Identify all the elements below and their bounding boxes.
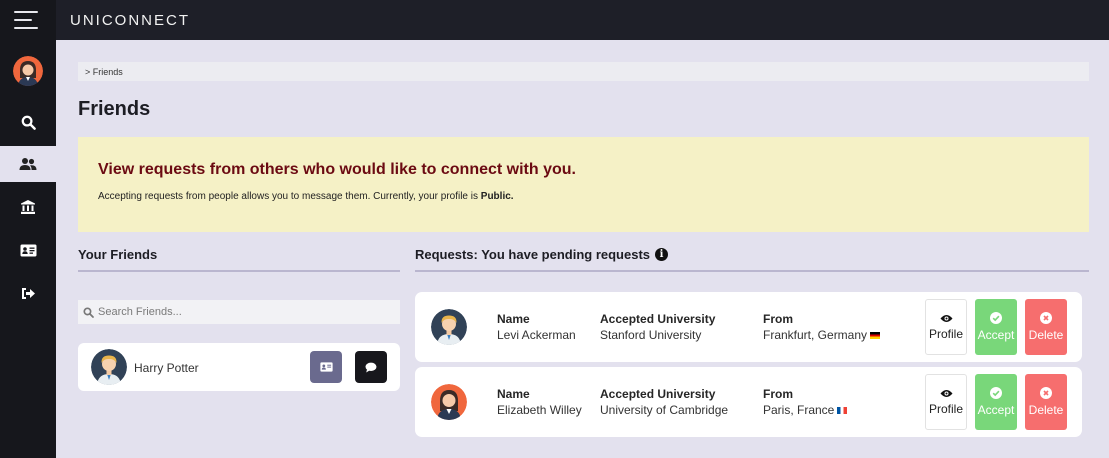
profile-button-label: Profile (928, 326, 963, 341)
delete-button[interactable]: Delete (1025, 299, 1067, 355)
delete-button-label: Delete (1028, 403, 1064, 417)
sidebar (0, 0, 56, 458)
delete-button-label: Delete (1028, 328, 1064, 342)
search-icon (83, 306, 94, 318)
sidebar-item-friends[interactable] (0, 146, 56, 182)
avatar (431, 309, 467, 345)
university-icon (21, 200, 35, 214)
requester-location: Frankfurt, Germany (763, 328, 881, 342)
requester-university: University of Cambridge (600, 403, 729, 417)
university-label: Accepted University (600, 387, 716, 401)
view-profile-button[interactable]: Profile (925, 299, 967, 355)
requester-university: Stanford University (600, 328, 702, 342)
user-avatar[interactable] (13, 56, 43, 86)
close-circle-icon (1040, 312, 1052, 324)
check-circle-icon (990, 387, 1002, 399)
requests-heading-text: Requests: You have pending requests (415, 247, 651, 262)
search-friends-input[interactable] (98, 306, 378, 318)
accept-button[interactable]: Accept (975, 299, 1017, 355)
accept-button-label: Accept (977, 328, 1015, 342)
accept-button-label: Accept (977, 403, 1015, 417)
request-card: Name Elizabeth Willey Accepted Universit… (415, 367, 1082, 437)
requests-heading: Requests: You have pending requests i (415, 247, 669, 262)
view-profile-button[interactable]: Profile (925, 374, 967, 430)
sidebar-item-universities[interactable] (0, 189, 56, 225)
france-flag-icon (837, 407, 848, 414)
chat-icon (365, 362, 377, 372)
avatar (91, 349, 127, 385)
friend-name: Harry Potter (134, 361, 199, 375)
friends-heading: Your Friends (78, 247, 158, 262)
profile-button-label: Profile (928, 401, 963, 416)
alert-body: Accepting requests from people allows yo… (98, 191, 514, 202)
alert-body-text: Accepting requests from people allows yo… (98, 191, 481, 202)
accept-button[interactable]: Accept (975, 374, 1017, 430)
request-card: Name Levi Ackerman Accepted University S… (415, 292, 1082, 362)
from-label: From (763, 387, 793, 401)
id-card-icon (319, 362, 333, 372)
requester-name: Levi Ackerman (497, 328, 576, 342)
users-icon (19, 158, 37, 170)
id-card-icon (20, 244, 36, 256)
message-button[interactable] (355, 351, 387, 383)
search-icon (21, 115, 36, 130)
avatar (431, 384, 467, 420)
requester-location: Paris, France (763, 403, 848, 417)
requester-name: Elizabeth Willey (497, 403, 582, 417)
sidebar-item-id-card[interactable] (0, 232, 56, 268)
university-label: Accepted University (600, 312, 716, 326)
requests-divider (415, 270, 1089, 272)
friends-search (78, 300, 400, 324)
profile-visibility: Public. (480, 191, 514, 202)
delete-button[interactable]: Delete (1025, 374, 1067, 430)
location-text: Paris, France (763, 403, 835, 417)
app-brand[interactable]: UNICONNECT (70, 12, 190, 29)
eye-icon (940, 389, 953, 398)
sidebar-item-search[interactable] (0, 104, 56, 140)
sign-out-icon (21, 287, 35, 299)
info-alert: View requests from others who would like… (78, 137, 1089, 232)
check-circle-icon (990, 312, 1002, 324)
alert-title: View requests from others who would like… (98, 161, 576, 178)
eye-icon (940, 314, 953, 323)
close-circle-icon (1040, 387, 1052, 399)
hamburger-menu-icon[interactable] (14, 11, 40, 29)
page-title: Friends (78, 98, 151, 120)
top-bar: UNICONNECT (56, 0, 1109, 40)
breadcrumb: > Friends (78, 62, 1089, 81)
info-icon[interactable]: i (655, 248, 669, 261)
from-label: From (763, 312, 793, 326)
view-card-button[interactable] (310, 351, 342, 383)
location-text: Frankfurt, Germany (763, 328, 868, 342)
sidebar-item-logout[interactable] (0, 275, 56, 311)
germany-flag-icon (870, 332, 881, 339)
name-label: Name (497, 312, 530, 326)
friends-divider (78, 270, 400, 272)
friend-card: Harry Potter (78, 343, 400, 391)
name-label: Name (497, 387, 530, 401)
